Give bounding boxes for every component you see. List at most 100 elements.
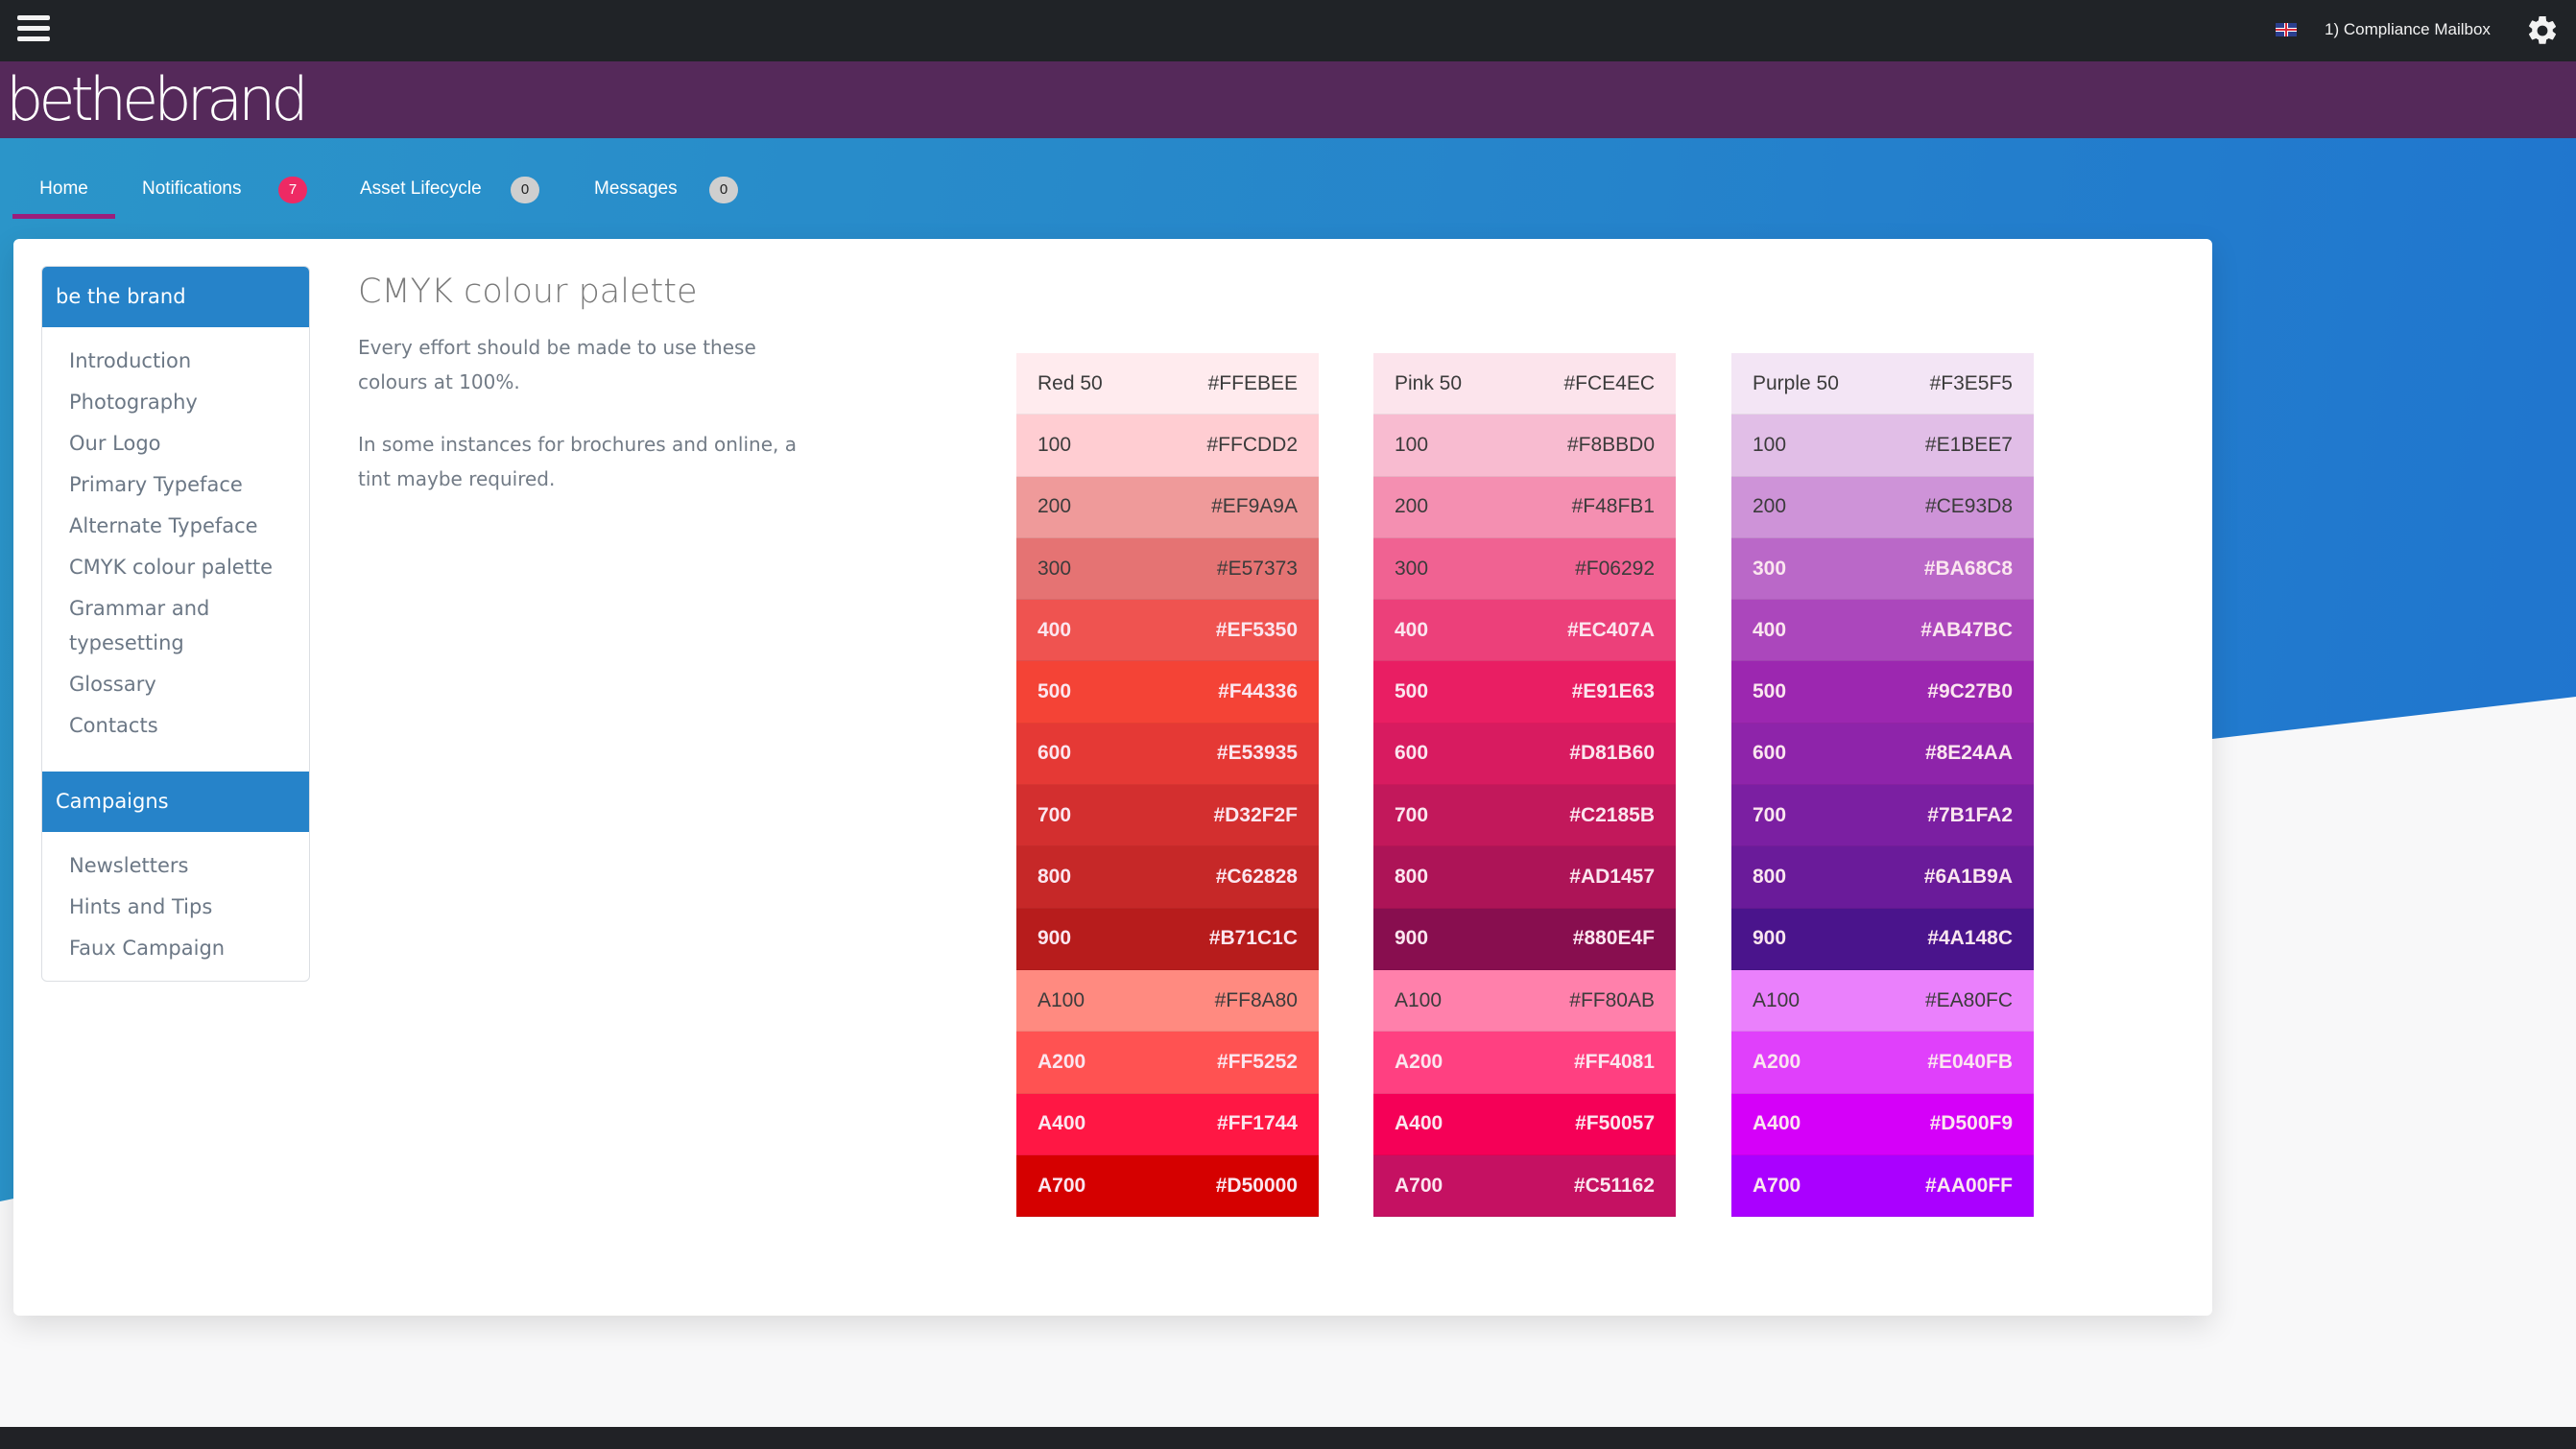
swatch-hex-code[interactable]: #FFEBEE (1208, 372, 1298, 395)
colour-swatch-pink-100: 100 #F8BBD0 (1373, 415, 1676, 477)
swatch-hex-code[interactable]: #EA80FC (1925, 989, 2013, 1012)
swatch-hex-code[interactable]: #E1BEE7 (1925, 434, 2013, 457)
swatch-hex-code[interactable]: #B71C1C (1209, 927, 1298, 950)
swatch-hex-code[interactable]: #D500F9 (1930, 1112, 2013, 1135)
swatch-label: 900 (1395, 927, 1429, 950)
swatch-hex-code[interactable]: #D50000 (1216, 1175, 1298, 1198)
sidebar-item-primary-typeface[interactable]: Primary Typeface (42, 464, 309, 506)
notifications-count-badge: 7 (278, 177, 307, 203)
sidebar-item-newsletters[interactable]: Newsletters (42, 845, 309, 887)
swatch-label: 900 (1753, 927, 1787, 950)
swatch-hex-code[interactable]: #F3E5F5 (1930, 372, 2013, 395)
tab-label: Asset Lifecycle (360, 178, 482, 199)
swatch-hex-code[interactable]: #6A1B9A (1924, 866, 2013, 889)
swatch-label: 900 (1038, 927, 1072, 950)
swatch-hex-code[interactable]: #C62828 (1216, 866, 1298, 889)
swatch-label: 300 (1753, 557, 1787, 580)
swatch-label: 700 (1753, 803, 1787, 826)
swatch-label: A400 (1753, 1112, 1801, 1135)
swatch-hex-code[interactable]: #FF80AB (1569, 989, 1655, 1012)
swatch-label: Pink 50 (1395, 371, 1463, 394)
swatch-label: A400 (1395, 1112, 1443, 1135)
colour-swatch-pink-a400: A400 #F50057 (1373, 1093, 1676, 1155)
sidebar-item-cmyk-colour-palette[interactable]: CMYK colour palette (42, 547, 309, 588)
tab-home[interactable]: Home (12, 157, 115, 221)
tab-messages[interactable]: Messages (594, 157, 678, 221)
colour-swatch-purple-a200: A200 #E040FB (1731, 1032, 2034, 1094)
colour-swatch-red-500: 500 #F44336 (1016, 661, 1319, 724)
swatch-label: 200 (1038, 495, 1072, 518)
colour-swatch-pink-500: 500 #E91E63 (1373, 661, 1676, 724)
swatch-hex-code[interactable]: #D32F2F (1213, 804, 1298, 827)
swatch-label: A700 (1753, 1174, 1801, 1197)
swatch-hex-code[interactable]: #EF9A9A (1211, 495, 1298, 518)
swatch-hex-code[interactable]: #FFCDD2 (1206, 434, 1298, 457)
intro-paragraph: Every effort should be made to use these… (358, 336, 756, 393)
swatch-hex-code[interactable]: #FF4081 (1574, 1051, 1655, 1074)
swatch-hex-code[interactable]: #8E24AA (1925, 742, 2013, 765)
hamburger-menu-icon[interactable] (17, 15, 50, 44)
swatch-hex-code[interactable]: #C51162 (1574, 1175, 1655, 1198)
sidebar-item-photography[interactable]: Photography (42, 382, 309, 423)
swatch-hex-code[interactable]: #CE93D8 (1925, 495, 2013, 518)
swatch-hex-code[interactable]: #E57373 (1217, 558, 1298, 581)
messages-count-badge: 0 (709, 177, 738, 203)
sidebar-item-introduction[interactable]: Introduction (42, 341, 309, 382)
colour-swatch-pink-a200: A200 #FF4081 (1373, 1032, 1676, 1094)
swatch-hex-code[interactable]: #AA00FF (1925, 1175, 2013, 1198)
swatch-hex-code[interactable]: #AD1457 (1569, 866, 1655, 889)
tab-asset-lifecycle[interactable]: Asset Lifecycle (360, 157, 482, 221)
swatch-hex-code[interactable]: #FF8A80 (1215, 989, 1298, 1012)
swatch-label: 800 (1395, 866, 1429, 889)
sidebar-section-campaigns[interactable]: Campaigns (42, 772, 309, 832)
swatch-hex-code[interactable]: #FF1744 (1217, 1112, 1298, 1135)
swatch-hex-code[interactable]: #F8BBD0 (1567, 434, 1655, 457)
colour-swatch-purple-300: 300 #BA68C8 (1731, 537, 2034, 601)
swatch-hex-code[interactable]: #E53935 (1217, 742, 1298, 765)
swatch-hex-code[interactable]: #880E4F (1573, 927, 1655, 950)
swatch-hex-code[interactable]: #9C27B0 (1927, 680, 2013, 703)
tab-notifications[interactable]: Notifications (142, 157, 242, 221)
swatch-hex-code[interactable]: #E040FB (1927, 1051, 2013, 1074)
sidebar-item-glossary[interactable]: Glossary (42, 664, 309, 705)
sidebar-item-grammar-and-typesetting[interactable]: Grammar and typesetting (42, 588, 246, 664)
swatch-hex-code[interactable]: #F44336 (1218, 680, 1298, 703)
swatch-hex-code[interactable]: #C2185B (1569, 804, 1655, 827)
mailbox-selector[interactable]: 1) Compliance Mailbox (2325, 18, 2491, 41)
colour-swatch-purple-200: 200 #CE93D8 (1731, 476, 2034, 538)
swatch-hex-code[interactable]: #7B1FA2 (1927, 804, 2013, 827)
swatch-hex-code[interactable]: #D81B60 (1569, 742, 1655, 765)
swatch-hex-code[interactable]: #EC407A (1567, 619, 1655, 642)
uk-flag-icon[interactable] (2276, 23, 2297, 36)
swatch-hex-code[interactable]: #4A148C (1927, 927, 2013, 950)
colour-swatch-purple-400: 400 #AB47BC (1731, 600, 2034, 662)
swatch-label: 600 (1395, 742, 1429, 765)
swatch-hex-code[interactable]: #F50057 (1575, 1112, 1655, 1135)
colour-swatch-purple-purple-50: Purple 50 #F3E5F5 (1731, 353, 2034, 416)
sidebar-item-hints-and-tips[interactable]: Hints and Tips (42, 887, 309, 928)
sidebar-item-faux-campaign[interactable]: Faux Campaign (42, 928, 309, 969)
swatch-label: 200 (1395, 495, 1429, 518)
swatch-hex-code[interactable]: #E91E63 (1572, 680, 1655, 703)
swatch-hex-code[interactable]: #EF5350 (1216, 619, 1298, 642)
swatch-hex-code[interactable]: #BA68C8 (1924, 558, 2013, 581)
sidebar-section-be-the-brand[interactable]: be the brand (42, 267, 309, 327)
colour-swatch-red-a200: A200 #FF5252 (1016, 1032, 1319, 1094)
sidebar-item-contacts[interactable]: Contacts (42, 705, 309, 747)
brand-logo[interactable]: bethebrand (6, 69, 309, 131)
swatch-label: 700 (1038, 803, 1072, 826)
sidebar-item-alternate-typeface[interactable]: Alternate Typeface (42, 506, 309, 547)
swatch-hex-code[interactable]: #AB47BC (1920, 619, 2013, 642)
colour-swatch-red-a100: A100 #FF8A80 (1016, 969, 1319, 1033)
colour-swatch-red-red-50: Red 50 #FFEBEE (1016, 353, 1319, 416)
sidebar-item-our-logo[interactable]: Our Logo (42, 423, 309, 464)
swatch-hex-code[interactable]: #F48FB1 (1572, 495, 1655, 518)
swatch-hex-code[interactable]: #FCE4EC (1563, 372, 1655, 395)
gear-icon[interactable] (2525, 13, 2560, 48)
colour-swatch-pink-a700: A700 #C51162 (1373, 1154, 1676, 1218)
swatch-label: 100 (1395, 433, 1429, 456)
asset-lifecycle-count-badge: 0 (511, 177, 539, 203)
swatch-hex-code[interactable]: #FF5252 (1217, 1051, 1298, 1074)
swatch-hex-code[interactable]: #F06292 (1575, 558, 1655, 581)
colour-swatch-purple-100: 100 #E1BEE7 (1731, 415, 2034, 477)
